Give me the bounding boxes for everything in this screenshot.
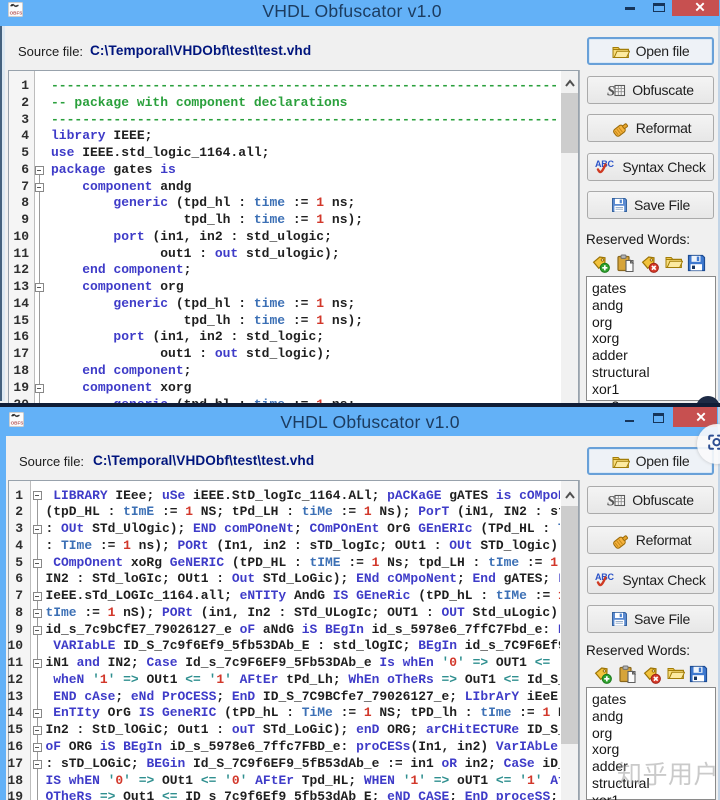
svg-text:S: S bbox=[607, 494, 615, 509]
svg-text:S: S bbox=[607, 84, 615, 99]
